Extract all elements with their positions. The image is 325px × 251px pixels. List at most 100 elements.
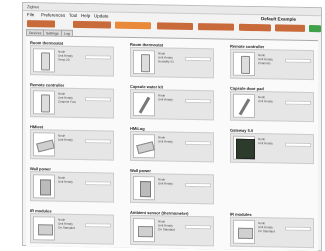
device-card[interactable]: Ambient sensor (thermometer) Node Unit Rea…	[130, 210, 214, 248]
device-card-info: Node Unit Ready	[158, 177, 173, 185]
toolbar-button-1[interactable]	[27, 20, 55, 28]
window-title: Zigbee	[27, 4, 40, 10]
device-value-field[interactable]	[85, 139, 111, 144]
device-card[interactable]: Room thermostat Node Unit Ready Temp 20	[30, 40, 114, 78]
device-card-body: Node Unit Ready	[30, 171, 114, 203]
device-card[interactable]: Wall power Node Unit Ready	[130, 168, 214, 206]
device-card-body: Node Unit Ready On Standard	[30, 213, 114, 245]
toolbar-button-5[interactable]	[198, 23, 234, 31]
thermostat-icon	[33, 48, 55, 73]
device-card-line: Channels	[258, 61, 271, 66]
app-window: Zigbee File Preferences Tool Help Update…	[22, 2, 322, 251]
device-card-line: Unit Ready	[158, 97, 173, 102]
device-value-field[interactable]	[185, 224, 211, 230]
remote-icon	[33, 90, 55, 115]
device-card[interactable]: IR modules Node Unit Ready On Standard	[30, 208, 114, 246]
device-card[interactable]: Room thermostat Node Unit Ready Humidity 54	[130, 42, 214, 80]
device-card-line: Unit Ready	[58, 137, 73, 142]
device-card-line: Temp 20	[58, 57, 70, 62]
toolbar-button-2[interactable]	[73, 20, 111, 29]
device-card-body: Node Unit Ready Temp 20	[30, 45, 114, 77]
menu-tool[interactable]: Tool	[69, 12, 77, 20]
device-card-info: Node Unit Ready Channel Free	[58, 92, 76, 104]
device-card-info: Node Unit Ready	[158, 93, 173, 101]
device-card-info: Node Unit Ready Temp 20	[58, 50, 73, 62]
module-icon	[233, 219, 255, 245]
device-value-field[interactable]	[185, 182, 211, 188]
device-card-line: On Standard	[258, 229, 276, 234]
device-value-field[interactable]	[285, 142, 311, 148]
device-card[interactable]: Capsule door pad Node Unit Ready	[230, 86, 314, 124]
toolbar-button-7[interactable]	[275, 24, 305, 32]
device-card-body: Node Unit Ready	[30, 129, 114, 161]
toolbar-button-3[interactable]	[115, 21, 151, 30]
device-card-body: Node Unit Ready	[130, 172, 214, 205]
device-card-body: Node Unit Ready On Standard	[130, 214, 214, 247]
device-grid: Room thermostat Node Unit Ready Temp 20 Room…	[26, 35, 318, 251]
device-value-field[interactable]	[85, 223, 111, 228]
toolbar-button-8[interactable]	[309, 25, 321, 33]
remote-icon	[233, 51, 255, 77]
device-card-line: Channel Free	[58, 99, 77, 104]
device-card[interactable]: IR modules Node Unit Ready On Standard	[230, 212, 314, 250]
probe-icon	[133, 91, 155, 117]
toolbar-button-4[interactable]	[157, 22, 193, 30]
device-card[interactable]: HMiest Node Unit Ready	[30, 124, 114, 162]
device-value-field[interactable]	[285, 226, 311, 232]
menu-help[interactable]: Help	[81, 12, 90, 20]
device-card-body: Node Unit Ready	[230, 132, 314, 165]
device-card-info: Node Unit Ready	[258, 95, 273, 103]
device-card-info: Node Unit Ready On Standard	[258, 221, 275, 233]
device-card[interactable]: Wall power Node Unit Ready	[30, 166, 114, 204]
device-card-body: Node Unit Ready	[230, 90, 314, 123]
device-card[interactable]: HMiLog Node Unit Ready	[130, 126, 214, 164]
device-card-body: Node Unit Ready	[130, 130, 214, 163]
device-card-info: Node Unit Ready On Standard	[158, 219, 175, 231]
device-card-line: Unit Ready	[58, 179, 73, 184]
device-value-field[interactable]	[185, 56, 211, 62]
device-card[interactable]: Gateway 5.0 Node Unit Ready	[230, 128, 314, 166]
status-right: Default Example	[261, 16, 297, 22]
device-card-info: Node Unit Ready On Standard	[58, 218, 75, 230]
device-card-line: On Standard	[158, 227, 176, 232]
plug-icon	[133, 175, 155, 201]
router-icon	[33, 132, 55, 157]
device-card[interactable]: Remote controller Node Unit Ready Channel F…	[30, 82, 114, 120]
device-value-field[interactable]	[85, 181, 111, 186]
device-card-info: Node Unit Ready	[258, 137, 273, 145]
device-card-info: Node Unit Ready Channels	[258, 53, 273, 65]
device-value-field[interactable]	[285, 58, 311, 64]
device-card-info: Node Unit Ready	[58, 134, 73, 142]
device-card[interactable]: Remote controller Node Unit Ready Channels	[230, 44, 314, 82]
device-card-info: Node Unit Ready Humidity 54	[158, 51, 174, 63]
device-value-field[interactable]	[85, 97, 111, 102]
device-value-field[interactable]	[185, 140, 211, 146]
device-card-body: Node Unit Ready	[130, 88, 214, 121]
device-card-info: Node Unit Ready	[158, 135, 173, 143]
device-card-info: Node Unit Ready	[58, 176, 73, 184]
device-card-line: Unit Ready	[158, 139, 173, 144]
router-icon	[133, 133, 155, 159]
device-card-body: Node Unit Ready On Standard	[230, 216, 314, 249]
thermostat-icon	[133, 49, 155, 75]
board-icon	[233, 135, 255, 161]
device-card-line: Unit Ready	[158, 181, 173, 186]
module-icon	[33, 216, 55, 241]
device-value-field[interactable]	[285, 100, 311, 106]
device-card-body: Node Unit Ready Humidity 54	[130, 46, 214, 79]
device-card-line: Unit Ready	[258, 141, 273, 146]
menu-preferences[interactable]: Preferences	[41, 11, 65, 19]
menu-update[interactable]: Update	[94, 12, 109, 20]
device-card[interactable]: Capsule water kit Node Unit Ready	[130, 84, 214, 122]
device-card-line: Unit Ready	[258, 99, 273, 104]
device-card-body: Node Unit Ready Channels	[230, 48, 314, 81]
device-card-body: Node Unit Ready Channel Free	[30, 87, 114, 119]
device-value-field[interactable]	[85, 55, 111, 60]
probe-icon	[233, 93, 255, 119]
menu-file[interactable]: File	[27, 11, 34, 19]
toolbar-button-6[interactable]	[239, 23, 271, 32]
module-icon	[133, 217, 155, 243]
device-card-line: On Standard	[58, 225, 76, 230]
device-card-line: Humidity 54	[158, 59, 174, 64]
device-value-field[interactable]	[185, 98, 211, 104]
